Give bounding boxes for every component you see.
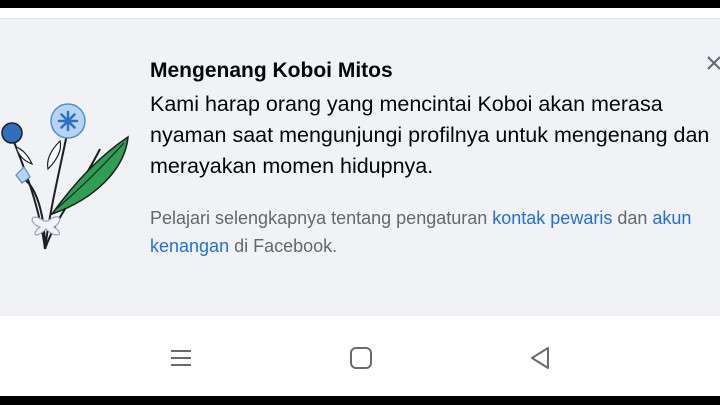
phone-screen: Mengenang Koboi Mitos Kami harap orang y…: [0, 8, 720, 396]
learn-more-middle: dan: [612, 208, 653, 228]
legacy-contact-link[interactable]: kontak pewaris: [492, 208, 612, 228]
memorial-title: Mengenang Koboi Mitos: [150, 59, 393, 82]
android-nav-bar: [0, 316, 720, 396]
menu-lines-icon[interactable]: [165, 342, 197, 374]
triangle-back-icon[interactable]: [524, 342, 556, 374]
square-home-icon[interactable]: [345, 342, 377, 374]
memorial-text-block: Mengenang Koboi Mitos Kami harap orang y…: [150, 57, 710, 260]
flower-bouquet-icon: [0, 89, 140, 259]
memorial-message: Kami harap orang yang mencintai Koboi ak…: [150, 92, 710, 178]
learn-more-prefix: Pelajari selengkapnya tentang pengaturan: [150, 208, 493, 228]
learn-more-suffix: di Facebook.: [229, 236, 338, 256]
learn-more-text: Pelajari selengkapnya tentang pengaturan…: [150, 204, 710, 260]
memorial-info-card: Mengenang Koboi Mitos Kami harap orang y…: [0, 18, 720, 318]
